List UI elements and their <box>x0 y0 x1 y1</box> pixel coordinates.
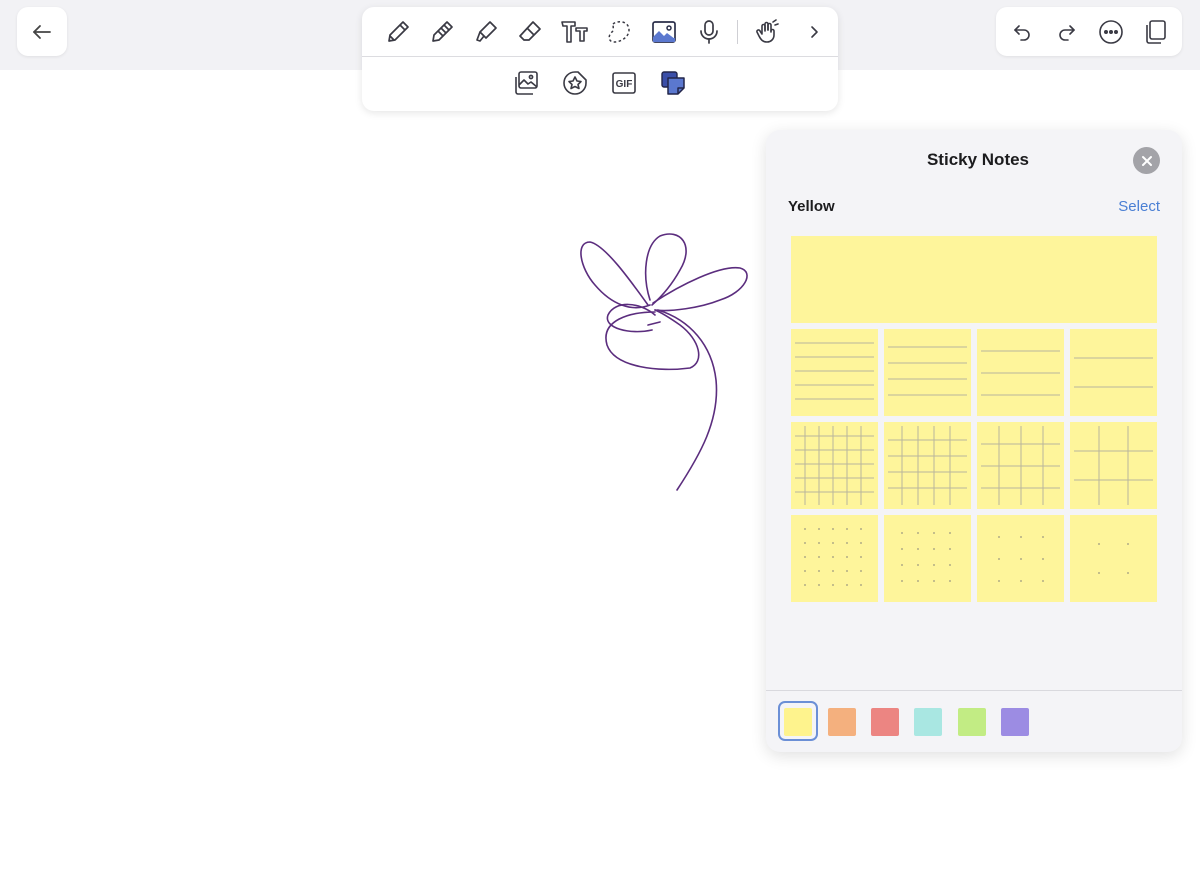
canvas-flower-drawing <box>580 233 748 491</box>
toolbar-secondary-row: GIF <box>362 59 838 109</box>
close-panel-button[interactable] <box>1133 147 1160 174</box>
toolbar-separator <box>362 56 838 57</box>
sticker-icon <box>563 71 587 95</box>
image-tool-button[interactable] <box>647 15 681 49</box>
sticky-note-grid-extra-large[interactable] <box>1070 422 1157 509</box>
sticky-note-lined-wide[interactable] <box>977 329 1064 416</box>
sticky-note-lined-extra-wide[interactable] <box>1070 329 1157 416</box>
swatch-purple[interactable] <box>1001 708 1029 736</box>
ellipsis-circle-icon <box>1099 20 1123 44</box>
image-icon <box>652 21 676 43</box>
more-tools-button[interactable] <box>797 15 831 49</box>
gif-icon: GIF <box>612 72 636 94</box>
lasso-tool-button[interactable] <box>602 15 636 49</box>
pages-icon <box>1146 20 1166 44</box>
select-button[interactable]: Select <box>1118 198 1160 215</box>
drawing-toolbar: GIF <box>362 7 838 111</box>
more-options-button[interactable] <box>1094 15 1128 49</box>
chevron-right-icon <box>811 26 818 38</box>
microphone-tool-button[interactable] <box>692 15 726 49</box>
sticky-note-grid-large[interactable] <box>977 422 1064 509</box>
sticky-note-lined-medium[interactable] <box>884 329 971 416</box>
sticky-note-grid-small[interactable] <box>791 422 878 509</box>
highlighter-icon <box>476 21 497 42</box>
eraser-tool-button[interactable] <box>513 15 547 49</box>
sticky-notes-tool-button[interactable] <box>656 66 690 100</box>
panel-title: Sticky Notes <box>926 150 1030 169</box>
undo-button[interactable] <box>1005 15 1039 49</box>
pencil-tool-button[interactable] <box>425 15 459 49</box>
microphone-icon <box>700 20 718 44</box>
swatch-orange[interactable] <box>828 708 856 736</box>
text-tool-button[interactable] <box>558 15 592 49</box>
pencil-icon <box>432 21 453 42</box>
toolbar-divider <box>737 20 738 44</box>
sticky-note-grid-medium[interactable] <box>884 422 971 509</box>
sticky-notes-panel: Sticky Notes Yellow Select <box>766 130 1182 752</box>
highlighter-tool-button[interactable] <box>469 15 503 49</box>
hand-draw-icon <box>756 19 779 43</box>
pages-button[interactable] <box>1138 15 1172 49</box>
photos-icon <box>515 71 538 95</box>
sticky-note-dotted-extra-large[interactable] <box>1070 515 1157 602</box>
lasso-icon <box>608 21 630 43</box>
sticky-note-dotted-medium[interactable] <box>884 515 971 602</box>
redo-icon <box>1059 25 1075 41</box>
sticky-note-lined-narrow[interactable] <box>791 329 878 416</box>
pen-icon <box>388 21 409 42</box>
swatch-yellow[interactable] <box>784 708 812 736</box>
toolbar-primary-row <box>362 7 838 57</box>
redo-button[interactable] <box>1050 15 1084 49</box>
sticky-note-blank-wide[interactable] <box>791 236 1157 323</box>
sticky-notes-icon <box>661 71 685 95</box>
text-icon <box>561 21 588 43</box>
color-section-label: Yellow <box>788 198 835 215</box>
back-button[interactable] <box>17 7 67 56</box>
photos-tool-button[interactable] <box>509 66 543 100</box>
swatch-green[interactable] <box>958 708 986 736</box>
swatch-teal[interactable] <box>914 708 942 736</box>
eraser-icon <box>519 21 541 41</box>
close-icon <box>1141 155 1152 166</box>
gif-label: GIF <box>616 79 633 90</box>
sticky-note-dotted-large[interactable] <box>977 515 1064 602</box>
hand-draw-tool-button[interactable] <box>750 15 784 49</box>
gif-tool-button[interactable]: GIF <box>607 66 641 100</box>
pen-tool-button[interactable] <box>381 15 415 49</box>
document-actions <box>996 7 1182 56</box>
arrow-left-icon <box>33 24 51 39</box>
sticker-tool-button[interactable] <box>558 66 592 100</box>
undo-icon <box>1014 25 1030 41</box>
swatch-red[interactable] <box>871 708 899 736</box>
sticky-note-dotted-small[interactable] <box>791 515 878 602</box>
panel-separator <box>766 690 1182 691</box>
